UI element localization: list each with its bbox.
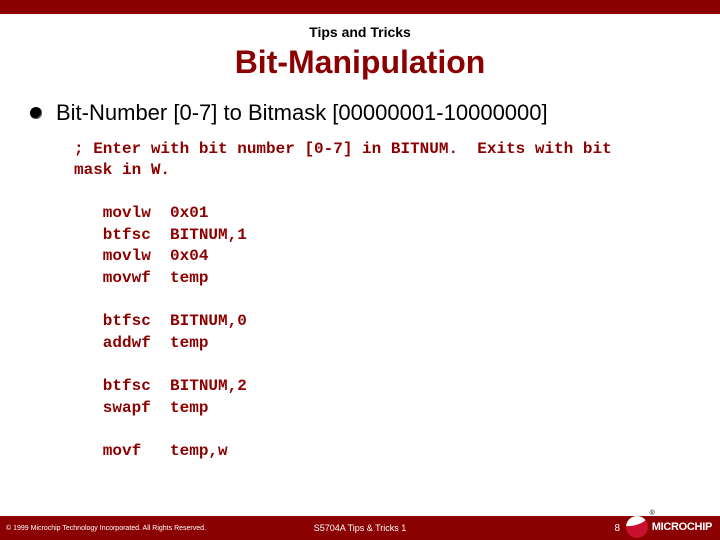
registered-icon: ® (650, 510, 655, 517)
page-number: 8 (614, 523, 620, 534)
top-accent-bar (0, 0, 720, 14)
bullet-text: Bit-Number [0-7] to Bitmask [00000001-10… (56, 99, 548, 127)
content-area: Bit-Number [0-7] to Bitmask [00000001-10… (0, 99, 720, 462)
microchip-logo: ® MICROCHIP (626, 516, 712, 538)
header-label: Tips and Tricks (0, 24, 720, 40)
bullet-icon (30, 107, 42, 119)
footer-center-text: S5704A Tips & Tricks 1 (314, 523, 407, 533)
logo-text: MICROCHIP (652, 521, 712, 533)
footer-bar: © 1999 Microchip Technology Incorporated… (0, 516, 720, 540)
logo-mark: ® (626, 516, 648, 538)
bullet-row: Bit-Number [0-7] to Bitmask [00000001-10… (30, 99, 690, 127)
slide-title: Bit-Manipulation (0, 44, 720, 81)
copyright-text: © 1999 Microchip Technology Incorporated… (0, 525, 206, 532)
logo-circle-icon (626, 516, 648, 538)
logo-swoosh-icon (626, 516, 648, 529)
code-block: ; Enter with bit number [0-7] in BITNUM.… (74, 139, 690, 463)
